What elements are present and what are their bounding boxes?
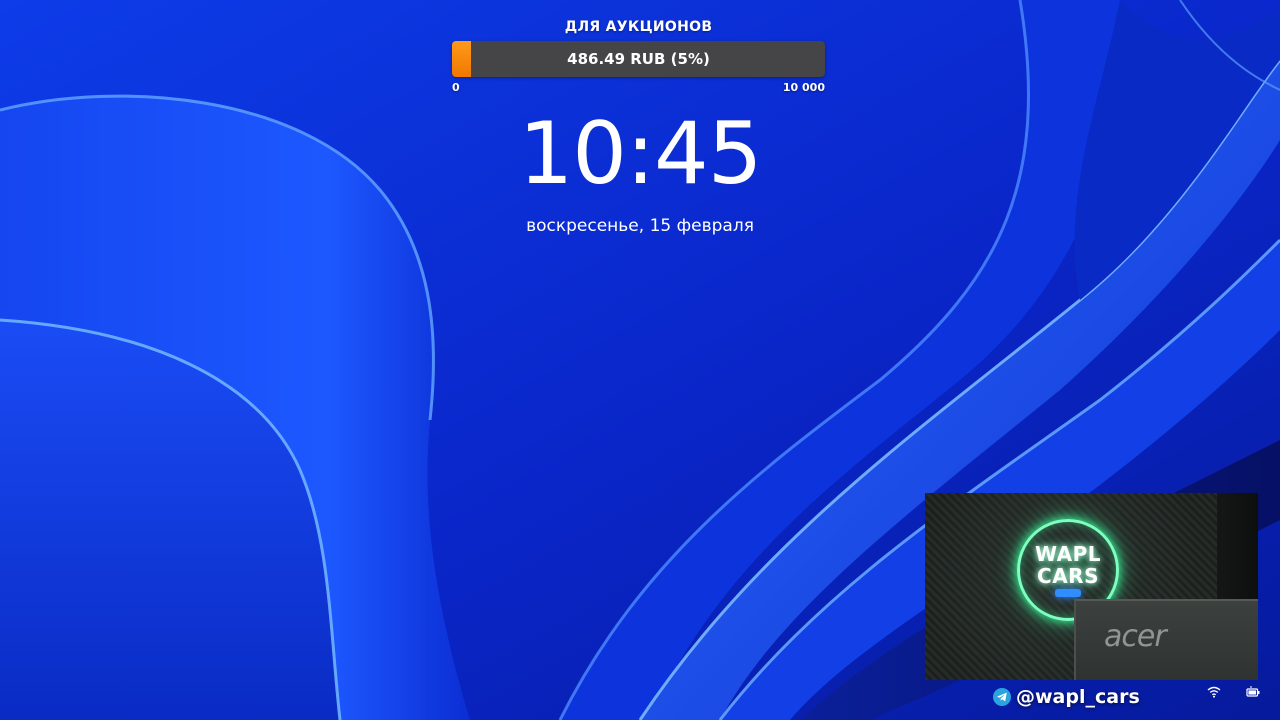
donation-goal-title: ДЛЯ АУКЦИОНОВ — [564, 19, 713, 35]
telegram-handle: @wapl_cars — [993, 684, 1140, 710]
webcam-overlay: WAPL CARS acer — [925, 493, 1258, 680]
donation-goal-progress-text: 486.49 RUB (5%) — [567, 50, 710, 68]
donation-goal-bar: 486.49 RUB (5%) — [452, 41, 825, 77]
lock-screen: ДЛЯ АУКЦИОНОВ 486.49 RUB (5%) 0 10 000 1… — [0, 0, 1280, 720]
donation-goal-max-label: 10 000 — [782, 81, 825, 94]
telegram-handle-text: @wapl_cars — [1016, 686, 1140, 708]
telegram-icon — [993, 688, 1011, 706]
neon-car-icon — [1055, 589, 1081, 597]
donation-goal-min-label: 0 — [452, 81, 460, 94]
neon-logo-line2: CARS — [1037, 564, 1099, 588]
battery-icon[interactable] — [1246, 686, 1260, 698]
neon-logo-line1: WAPL — [1034, 542, 1102, 566]
webcam-monitor: acer — [1074, 599, 1258, 680]
wifi-icon[interactable] — [1207, 686, 1221, 698]
lock-screen-clock: 10:45 — [518, 104, 763, 204]
lock-screen-date: воскресенье, 15 февраля — [526, 216, 754, 236]
monitor-brand-logo: acer — [1104, 619, 1167, 654]
